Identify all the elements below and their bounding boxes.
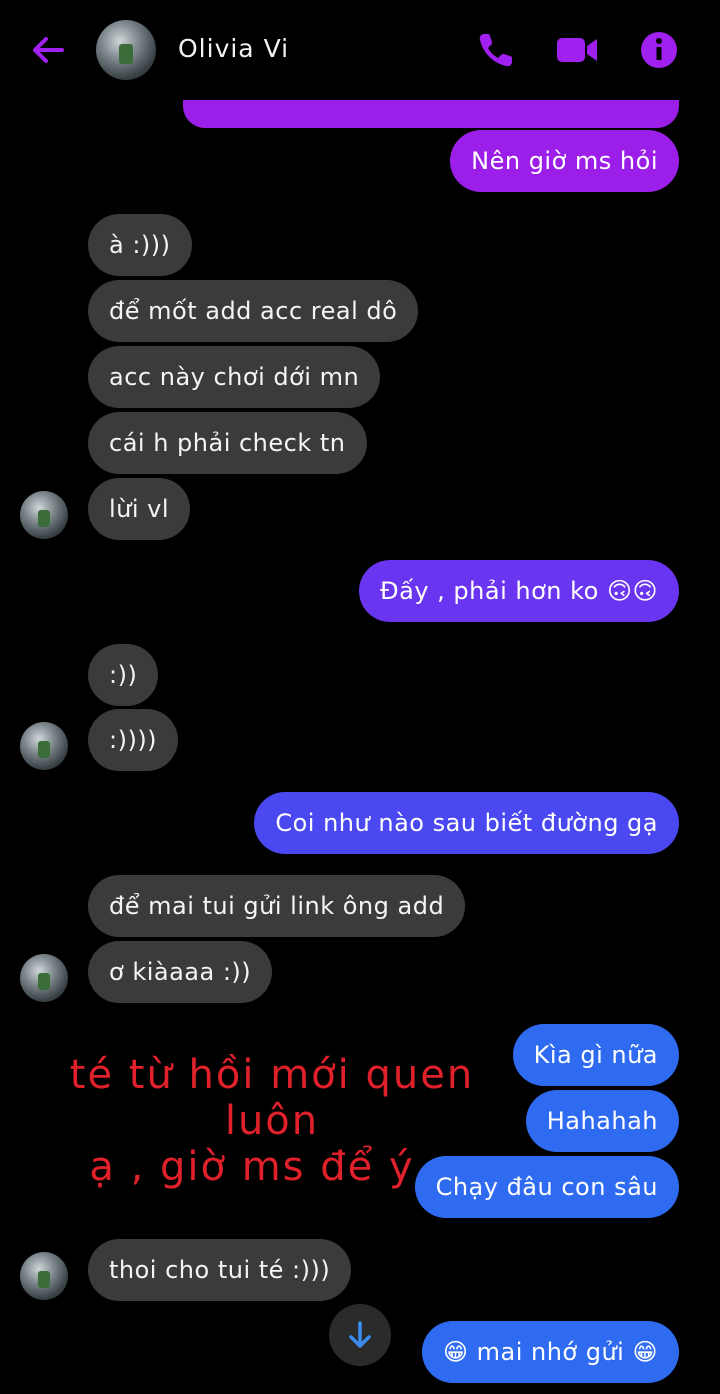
phone-icon	[479, 34, 512, 67]
message-outgoing[interactable]: Chạy đâu con sâu	[414, 1156, 679, 1218]
message-incoming[interactable]: acc này chơi dới mn	[88, 346, 381, 408]
message-outgoing[interactable]: Nên giờ ms hỏi	[450, 130, 679, 192]
call-button[interactable]	[474, 28, 518, 72]
conversation-header: Olivia Vi	[0, 0, 720, 100]
message-incoming[interactable]: thoi cho tui té :)))	[88, 1239, 352, 1301]
video-camera-icon	[557, 38, 597, 62]
annotation-line: té từ hồi mới quen luôn	[69, 1052, 475, 1144]
contact-avatar-small[interactable]	[20, 954, 68, 1002]
message-incoming[interactable]: :))))	[88, 709, 179, 771]
contact-name[interactable]: Olivia Vi	[178, 34, 289, 63]
back-button[interactable]	[28, 30, 68, 70]
message-outgoing[interactable]: Kìa gì nữa	[512, 1024, 679, 1086]
contact-avatar[interactable]	[96, 20, 156, 80]
message-outgoing[interactable]: 😁 mai nhớ gửi 😁	[421, 1321, 679, 1383]
info-icon	[641, 32, 677, 68]
info-button[interactable]	[637, 28, 681, 72]
message-incoming[interactable]: để mai tui gửi link ông add	[88, 875, 466, 937]
message-incoming[interactable]: :))	[88, 644, 159, 706]
message-incoming[interactable]: à :)))	[88, 214, 192, 276]
message-incoming[interactable]: ơ kiàaaa :))	[88, 941, 273, 1003]
arrow-down-icon	[349, 1321, 371, 1348]
message-outgoing[interactable]: Đấy , phải hơn ko 🙃🙃	[359, 560, 679, 622]
message-incoming[interactable]: để mốt add acc real dô	[88, 280, 419, 342]
message-incoming[interactable]: lừi vl	[88, 478, 191, 540]
video-call-button[interactable]	[555, 28, 599, 72]
message-outgoing[interactable]: Coi như nào sau biết đường gạ	[254, 792, 679, 854]
arrow-left-icon	[33, 37, 64, 63]
contact-avatar-small[interactable]	[20, 722, 68, 770]
message-outgoing[interactable]: Hahahah	[525, 1090, 679, 1152]
message-incoming[interactable]: cái h phải check tn	[88, 412, 367, 474]
scroll-to-bottom-button[interactable]	[329, 1304, 391, 1366]
contact-avatar-small[interactable]	[20, 1252, 68, 1300]
contact-avatar-small[interactable]	[20, 491, 68, 539]
